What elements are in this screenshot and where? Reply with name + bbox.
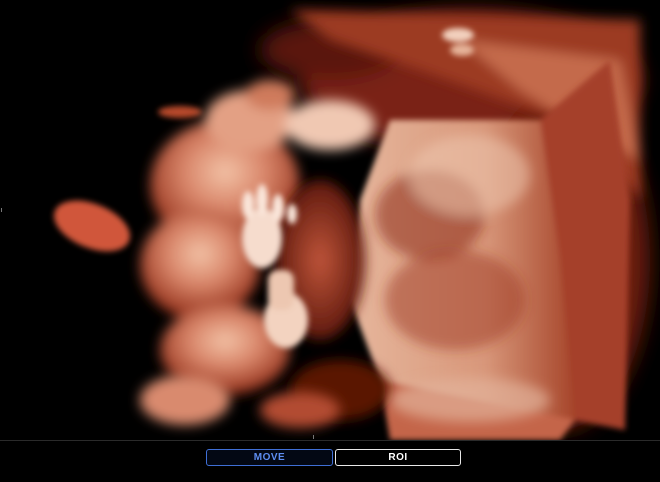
ultrasound-3d-viewport[interactable]: [0, 0, 660, 440]
scale-tick-left: [1, 208, 2, 212]
move-button[interactable]: MOVE: [206, 449, 333, 466]
bottom-toolbar: MOVE ROI: [0, 441, 660, 482]
roi-button[interactable]: ROI: [335, 449, 461, 466]
ultrasound-3d-render: [54, 10, 650, 440]
scale-tick-bottom: [313, 435, 314, 439]
